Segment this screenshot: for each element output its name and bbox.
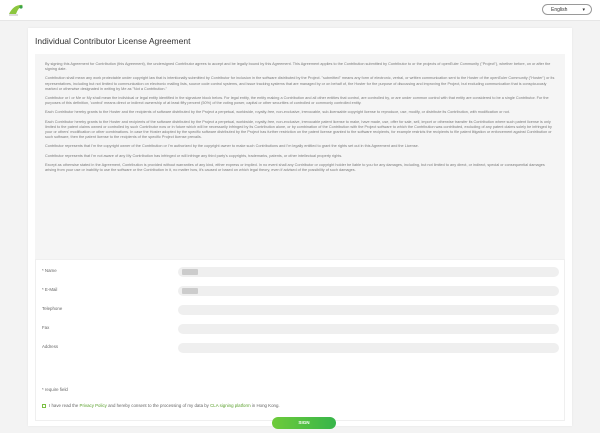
agreement-paragraph: Contribution shall mean any work protect… [45,76,555,91]
agreement-paragraph: Each Contributor hereby grants to the Ho… [45,110,510,115]
language-select[interactable]: English ▾ [542,4,592,15]
email-field[interactable] [178,286,559,296]
agreement-paragraph: Contributor or I or Me or My shall mean … [45,96,549,106]
fax-field[interactable] [178,324,559,334]
agreement-paragraph: Contributor represents that I'm not awar… [45,153,343,158]
sign-button[interactable]: SIGN [272,417,336,429]
agreement-paragraph: Contributor represents that I'm the copy… [45,144,419,149]
consent-middle: and hereby consent to the processing of … [106,403,211,408]
privacy-policy-link[interactable]: Privacy Policy [80,403,107,408]
signature-form: * Name * E-Mail Telephone Fax Address * … [35,259,565,429]
name-field[interactable] [178,267,559,277]
consent-prefix: I have read the [49,403,80,408]
consent-checkbox[interactable] [42,403,46,408]
fax-row: Fax [42,324,559,334]
cla-platform-link[interactable]: CLA signing platform [210,403,251,408]
fax-label: Fax [42,325,50,330]
name-row: * Name [42,267,559,277]
consent-line: I have read the Privacy Policy and hereb… [42,403,280,408]
email-row: * E-Mail [42,286,559,296]
agreement-paragraph: Except as otherwise stated in the Agreem… [45,162,545,173]
agreement-text: By signing this Agreement for Contributi… [35,54,565,270]
cla-card: Individual Contributor License Agreement… [28,28,572,429]
agreement-paragraph: By signing this Agreement for Contributi… [45,62,551,72]
address-label: Address [42,344,59,349]
telephone-label: Telephone [42,306,63,311]
address-row: Address [42,343,559,353]
page-title: Individual Contributor License Agreement [35,36,191,46]
name-label: * Name [42,268,57,273]
chevron-down-icon: ▾ [582,7,585,13]
email-value-redacted [182,288,198,294]
openeuler-logo-icon[interactable] [6,2,26,18]
address-field[interactable] [178,343,559,353]
agreement-paragraph: Each Contributor hereby grants to the Ho… [45,119,552,140]
name-value-redacted [182,269,198,275]
required-note: * require field [42,387,68,392]
language-label: English [551,7,568,13]
email-label: * E-Mail [42,287,58,292]
top-bar: English ▾ [0,0,600,21]
telephone-field[interactable] [178,305,559,315]
telephone-row: Telephone [42,305,559,315]
consent-suffix: in Hong Kong. [250,403,280,408]
